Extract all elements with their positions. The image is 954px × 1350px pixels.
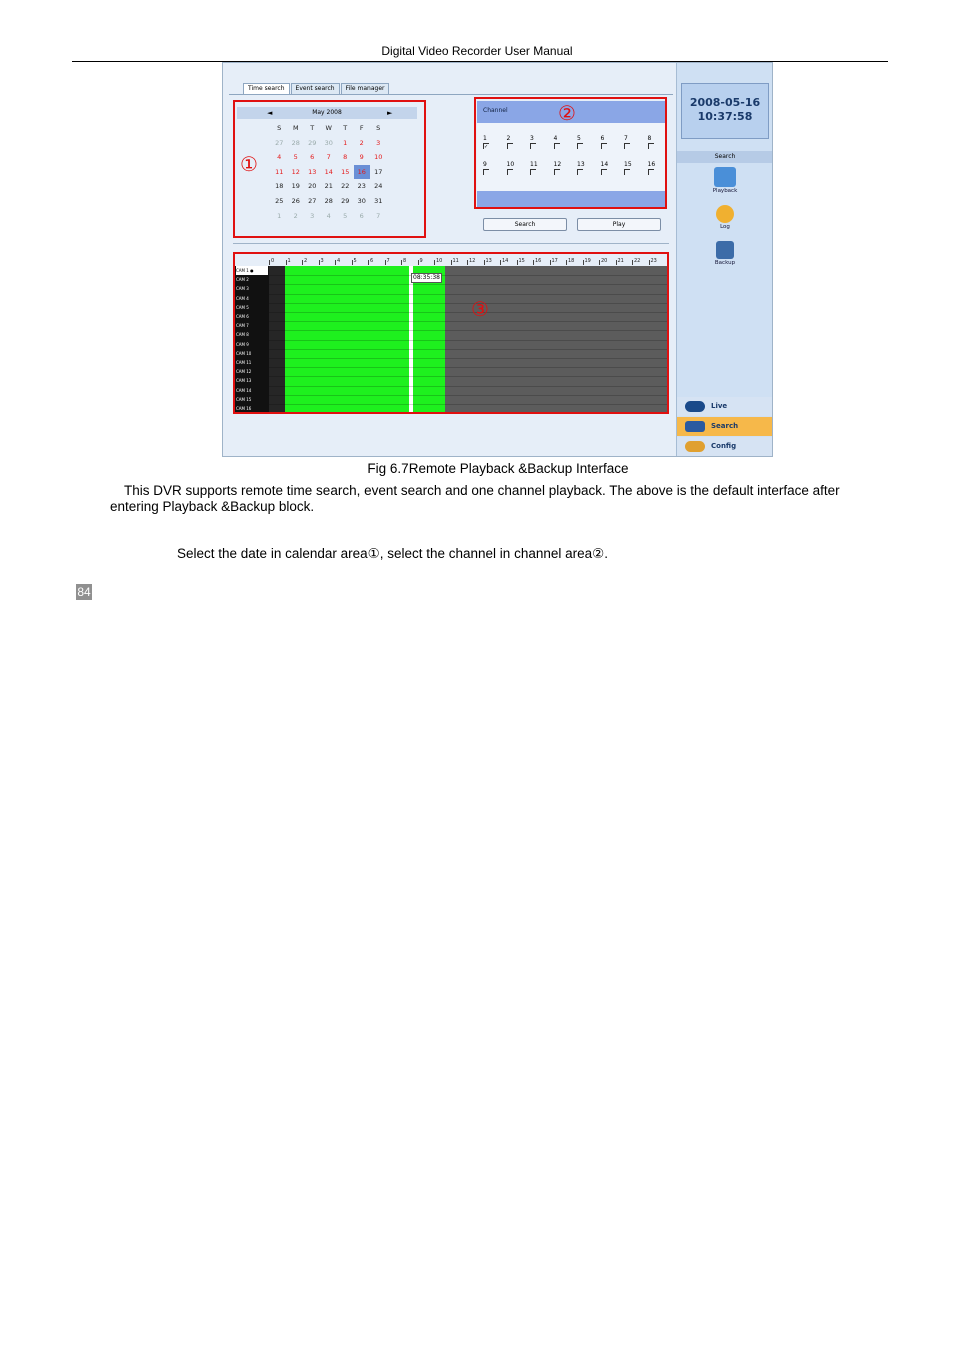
tab-file-manager[interactable]: File manager: [340, 83, 390, 94]
backup-icon: [716, 241, 734, 259]
play-button[interactable]: Play: [577, 218, 661, 231]
sidebar-item-log[interactable]: Log: [677, 205, 772, 230]
dvr-screenshot-figure: Time search Event search File manager Ma…: [222, 62, 773, 457]
sidebar-item-label: Backup: [714, 260, 736, 266]
gear-icon: [685, 441, 705, 452]
nav-label: Config: [711, 442, 737, 450]
sidebar-item-backup[interactable]: Backup: [677, 241, 772, 266]
search-button[interactable]: Search: [483, 218, 567, 231]
sidebar-item-label: Playback: [712, 188, 738, 194]
nav-label: Live: [711, 402, 728, 410]
callout-box-calendar: [233, 100, 426, 238]
sidebar-item-playback[interactable]: Playback: [677, 167, 772, 194]
nav-config[interactable]: Config: [677, 437, 772, 456]
eye-icon: [685, 401, 705, 412]
playback-icon: [714, 167, 736, 187]
clock-time: 10:37:58: [697, 110, 753, 123]
tab-event-search[interactable]: Event search: [290, 83, 340, 94]
callout-marker-2: ②: [558, 101, 576, 125]
body-paragraph: This DVR supports remote time search, ev…: [110, 483, 840, 514]
tab-time-search[interactable]: Time search: [243, 83, 290, 94]
clock-display: 2008-05-16 10:37:58: [681, 83, 769, 139]
callout-marker-1: ①: [240, 152, 258, 176]
sidebar-item-label: Log: [720, 224, 730, 230]
sidebar-search-header: Search: [677, 151, 772, 163]
main-panel: Time search Event search File manager Ma…: [223, 63, 676, 456]
nav-search[interactable]: Search: [677, 417, 772, 436]
tab-divider: [229, 94, 673, 95]
search-tabs: Time search Event search File manager: [243, 83, 390, 94]
nav-label: Search: [711, 422, 739, 430]
nav-live[interactable]: Live: [677, 397, 772, 416]
search-icon: [685, 421, 705, 432]
clock-date: 2008-05-16: [689, 96, 761, 109]
page-number: 84: [76, 584, 92, 600]
body-paragraph-2: Select the date in calendar area①, selec…: [177, 546, 608, 561]
sidebar: 2008-05-16 10:37:58 Search Playback Log …: [676, 63, 772, 456]
callout-marker-3: ③: [471, 297, 489, 321]
figure-caption: Fig 6.7Remote Playback &Backup Interface: [367, 461, 629, 476]
section-divider: [233, 243, 669, 244]
running-header: Digital Video Recorder User Manual: [381, 44, 573, 58]
log-icon: [716, 205, 734, 223]
callout-box-timeline: [233, 252, 669, 414]
